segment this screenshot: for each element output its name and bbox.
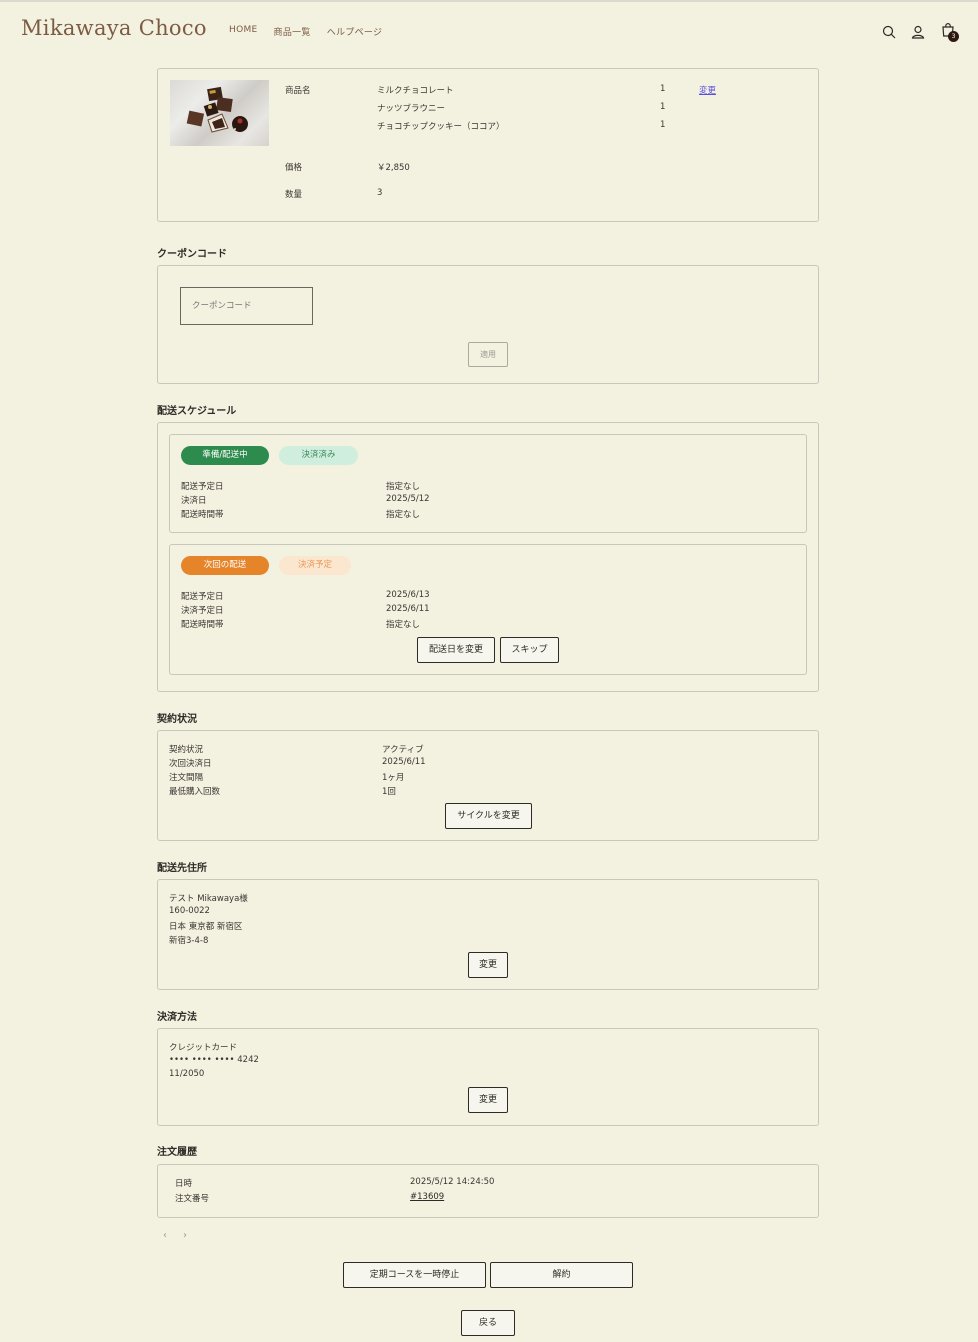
pagination-next[interactable]: › xyxy=(183,1230,187,1241)
product-change-link[interactable]: 変更 xyxy=(699,84,716,96)
main-nav: HOME 商品一覧 ヘルプページ xyxy=(229,25,382,38)
contract-title: 契約状況 xyxy=(157,714,197,725)
product-item-qty: 1 xyxy=(660,102,666,112)
row-value: 2025/6/13 xyxy=(386,590,430,600)
search-icon[interactable] xyxy=(881,24,897,40)
price-value: ￥2,850 xyxy=(377,163,410,173)
back-button[interactable]: 戻る xyxy=(461,1310,515,1336)
row-value: 1回 xyxy=(382,787,396,797)
pagination-prev[interactable]: ‹ xyxy=(163,1230,167,1241)
address-card: テスト Mikawaya様 160-0022 日本 東京都 新宿区 新宿3-4-… xyxy=(157,879,819,990)
row-label: 配送予定日 xyxy=(181,482,224,492)
card-number: •••• •••• •••• 4242 xyxy=(169,1055,259,1065)
product-item-name: チョコチップクッキー（ココア） xyxy=(377,122,505,132)
row-label: 決済日 xyxy=(181,496,207,506)
coupon-card: 適用 xyxy=(157,265,819,384)
status-badge: 次回の配送 xyxy=(181,556,269,575)
row-value: 2025/6/11 xyxy=(386,604,430,614)
payment-status-badge: 決済済み xyxy=(279,446,358,465)
change-address-button[interactable]: 変更 xyxy=(468,952,508,978)
product-item-name: ナッツブラウニー xyxy=(377,104,446,114)
row-value: 1ヶ月 xyxy=(382,773,405,783)
row-label: 注文間隔 xyxy=(169,773,204,783)
quantity-label: 数量 xyxy=(285,190,303,200)
change-delivery-date-button[interactable]: 配送日を変更 xyxy=(417,637,495,663)
row-value: 指定なし xyxy=(386,482,421,492)
cancel-subscription-button[interactable]: 解約 xyxy=(490,1262,633,1288)
coupon-input[interactable] xyxy=(180,287,313,325)
row-label: 配送予定日 xyxy=(181,592,224,602)
price-label: 価格 xyxy=(285,163,303,173)
order-date-label: 日時 xyxy=(175,1179,193,1189)
user-icon[interactable] xyxy=(910,24,926,40)
row-value: 指定なし xyxy=(386,510,421,520)
row-label: 次回決済日 xyxy=(169,759,212,769)
quantity-value: 3 xyxy=(377,188,383,198)
contract-card: 契約状況 アクティブ 次回決済日 2025/6/11 注文間隔 1ヶ月 最低購入… xyxy=(157,730,819,841)
pause-subscription-button[interactable]: 定期コースを一時停止 xyxy=(343,1262,486,1288)
product-name-label: 商品名 xyxy=(285,86,311,96)
address-postal-code: 160-0022 xyxy=(169,906,210,916)
order-number-link[interactable]: #13609 xyxy=(410,1192,444,1202)
current-delivery-panel: 準備/配送中 決済済み 配送予定日 指定なし 決済日 2025/5/12 配送時… xyxy=(169,434,807,533)
row-value: 2025/5/12 xyxy=(386,494,430,504)
product-image xyxy=(170,80,269,146)
row-label: 配送時間帯 xyxy=(181,510,224,520)
nav-help[interactable]: ヘルプページ xyxy=(327,25,383,38)
address-region: 日本 東京都 新宿区 xyxy=(169,922,243,932)
order-number-label: 注文番号 xyxy=(175,1194,210,1204)
card-expiry: 11/2050 xyxy=(169,1069,205,1079)
address-name: テスト Mikawaya様 xyxy=(169,894,248,904)
product-card: 商品名 ミルクチョコレート 1 変更 ナッツブラウニー 1 チョコチップクッキー… xyxy=(157,68,819,222)
row-label: 契約状況 xyxy=(169,745,204,755)
coupon-title: クーポンコード xyxy=(157,249,227,260)
address-street: 新宿3-4-8 xyxy=(169,936,209,946)
schedule-card: 準備/配送中 決済済み 配送予定日 指定なし 決済日 2025/5/12 配送時… xyxy=(157,422,819,692)
nav-products[interactable]: 商品一覧 xyxy=(274,25,311,38)
status-badge: 準備/配送中 xyxy=(181,446,269,465)
site-header: Mikawaya Choco HOME 商品一覧 ヘルプページ 3 xyxy=(0,2,978,60)
cart-count-badge: 3 xyxy=(948,31,959,42)
payment-type: クレジットカード xyxy=(169,1043,238,1053)
coupon-apply-button[interactable]: 適用 xyxy=(468,342,508,367)
product-item-qty: 1 xyxy=(660,84,666,94)
address-title: 配送先住所 xyxy=(157,863,207,874)
row-value: 2025/6/11 xyxy=(382,757,426,767)
product-item-qty: 1 xyxy=(660,120,666,130)
row-value: アクティブ xyxy=(382,745,424,755)
payment-title: 決済方法 xyxy=(157,1012,197,1023)
nav-home[interactable]: HOME xyxy=(229,25,258,38)
history-card: 日時 2025/5/12 14:24:50 注文番号 #13609 xyxy=(157,1164,819,1218)
next-delivery-panel: 次回の配送 決済予定 配送予定日 2025/6/13 決済予定日 2025/6/… xyxy=(169,544,807,675)
schedule-title: 配送スケジュール xyxy=(157,406,237,417)
row-label: 決済予定日 xyxy=(181,606,224,616)
skip-button[interactable]: スキップ xyxy=(500,637,559,663)
payment-status-badge: 決済予定 xyxy=(279,556,351,575)
payment-card: クレジットカード •••• •••• •••• 4242 11/2050 変更 xyxy=(157,1028,819,1126)
row-value: 指定なし xyxy=(386,620,421,630)
product-item-name: ミルクチョコレート xyxy=(377,86,454,96)
row-label: 最低購入回数 xyxy=(169,787,221,797)
change-cycle-button[interactable]: サイクルを変更 xyxy=(445,803,532,829)
order-date-value: 2025/5/12 14:24:50 xyxy=(410,1177,495,1187)
change-payment-button[interactable]: 変更 xyxy=(468,1087,508,1113)
history-title: 注文履歴 xyxy=(157,1147,197,1158)
site-logo[interactable]: Mikawaya Choco xyxy=(21,16,207,40)
row-label: 配送時間帯 xyxy=(181,620,224,630)
